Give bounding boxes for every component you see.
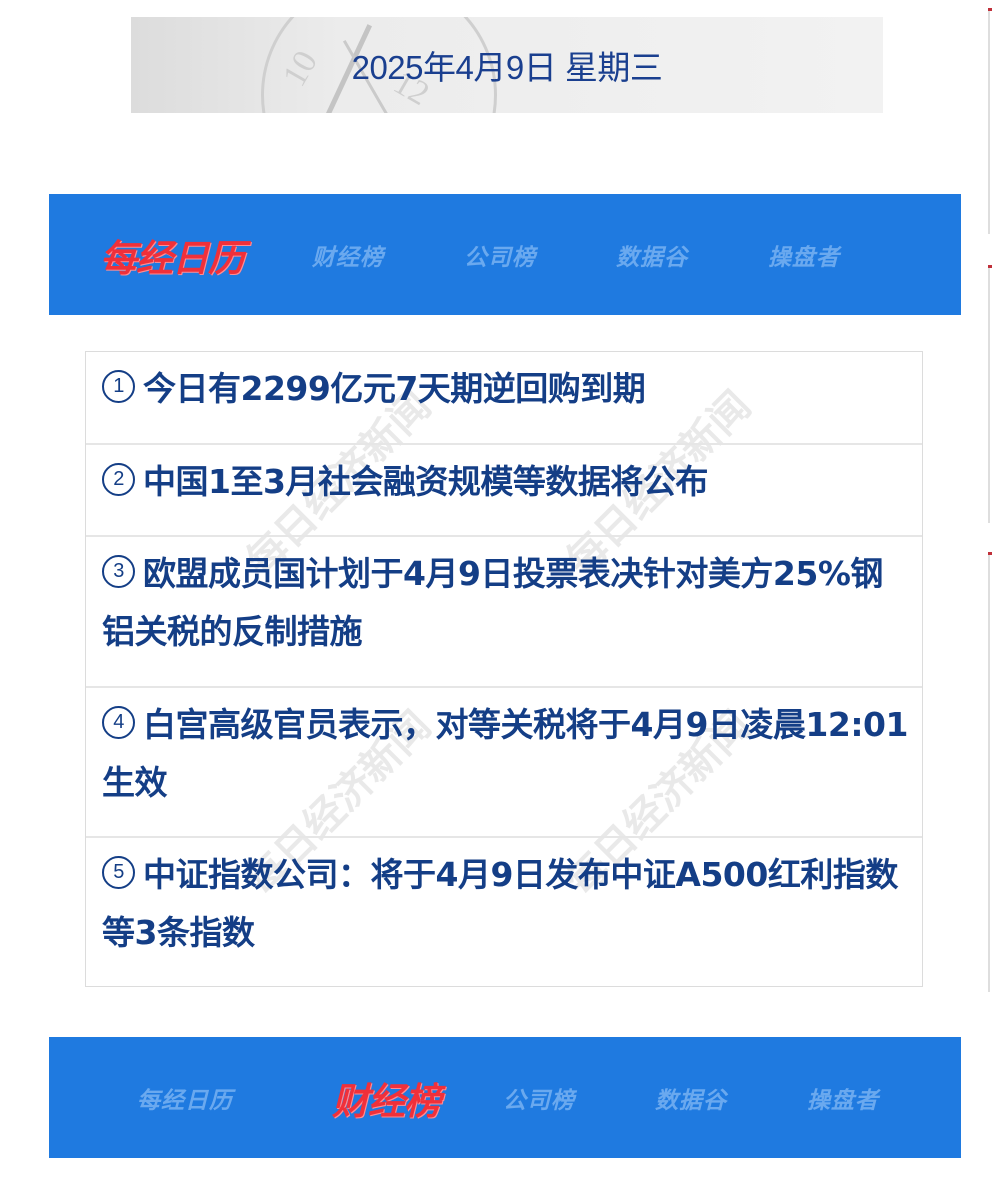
nav-tab-calendar[interactable]: 每经日历 <box>49 228 295 282</box>
news-item[interactable]: 2 中国1至3月社会融资规模等数据将公布 <box>86 445 922 537</box>
nav-tab-company-list[interactable]: 公司榜 <box>451 1081 627 1115</box>
number-circle-icon: 5 <box>102 856 135 889</box>
number-circle-icon: 3 <box>102 555 135 588</box>
nav-tab-finance-list[interactable]: 财经榜 <box>321 1071 451 1125</box>
news-headline: 欧盟成员国计划于4月9日投票表决针对美方25%钢铝关税的反制措施 <box>102 554 883 651</box>
nav-tab-calendar[interactable]: 每经日历 <box>49 1081 321 1115</box>
news-item[interactable]: 4 白宫高级官员表示，对等关税将于4月9日凌晨12:01生效 <box>86 688 922 838</box>
news-headline: 白宫高级官员表示，对等关税将于4月9日凌晨12:01生效 <box>102 705 908 802</box>
bottom-nav-bar: 每经日历 财经榜 公司榜 数据谷 操盘者 <box>49 1037 961 1158</box>
top-nav-bar: 每经日历 财经榜 公司榜 数据谷 操盘者 <box>49 194 961 315</box>
date-text: 2025年4月9日 星期三 <box>351 49 663 86</box>
nav-tab-data-valley[interactable]: 数据谷 <box>627 1081 755 1115</box>
nav-tab-trader[interactable]: 操盘者 <box>705 238 903 272</box>
nav-tab-finance-list[interactable]: 财经榜 <box>295 238 401 272</box>
side-panel-edge <box>988 265 993 523</box>
side-panel-edge <box>988 552 993 992</box>
news-list: 每日经济新闻 每日经济新闻 每日经济新闻 每日经济新闻 1 今日有2299亿元7天… <box>85 351 923 987</box>
news-headline: 今日有2299亿元7天期逆回购到期 <box>143 369 646 408</box>
side-panel-edge <box>988 8 993 234</box>
news-headline: 中国1至3月社会融资规模等数据将公布 <box>143 462 708 501</box>
number-circle-icon: 1 <box>102 370 135 403</box>
date-banner: 10 12 2025年4月9日 星期三 <box>131 17 883 113</box>
news-item[interactable]: 1 今日有2299亿元7天期逆回购到期 <box>86 352 922 445</box>
news-item[interactable]: 5 中证指数公司：将于4月9日发布中证A500红利指数等3条指数 <box>86 838 922 986</box>
number-circle-icon: 4 <box>102 706 135 739</box>
nav-tab-data-valley[interactable]: 数据谷 <box>599 238 705 272</box>
news-headline: 中证指数公司：将于4月9日发布中证A500红利指数等3条指数 <box>102 855 898 952</box>
news-item[interactable]: 3 欧盟成员国计划于4月9日投票表决针对美方25%钢铝关税的反制措施 <box>86 537 922 688</box>
nav-tab-company-list[interactable]: 公司榜 <box>401 238 599 272</box>
nav-tab-trader[interactable]: 操盘者 <box>755 1081 931 1115</box>
number-circle-icon: 2 <box>102 463 135 496</box>
